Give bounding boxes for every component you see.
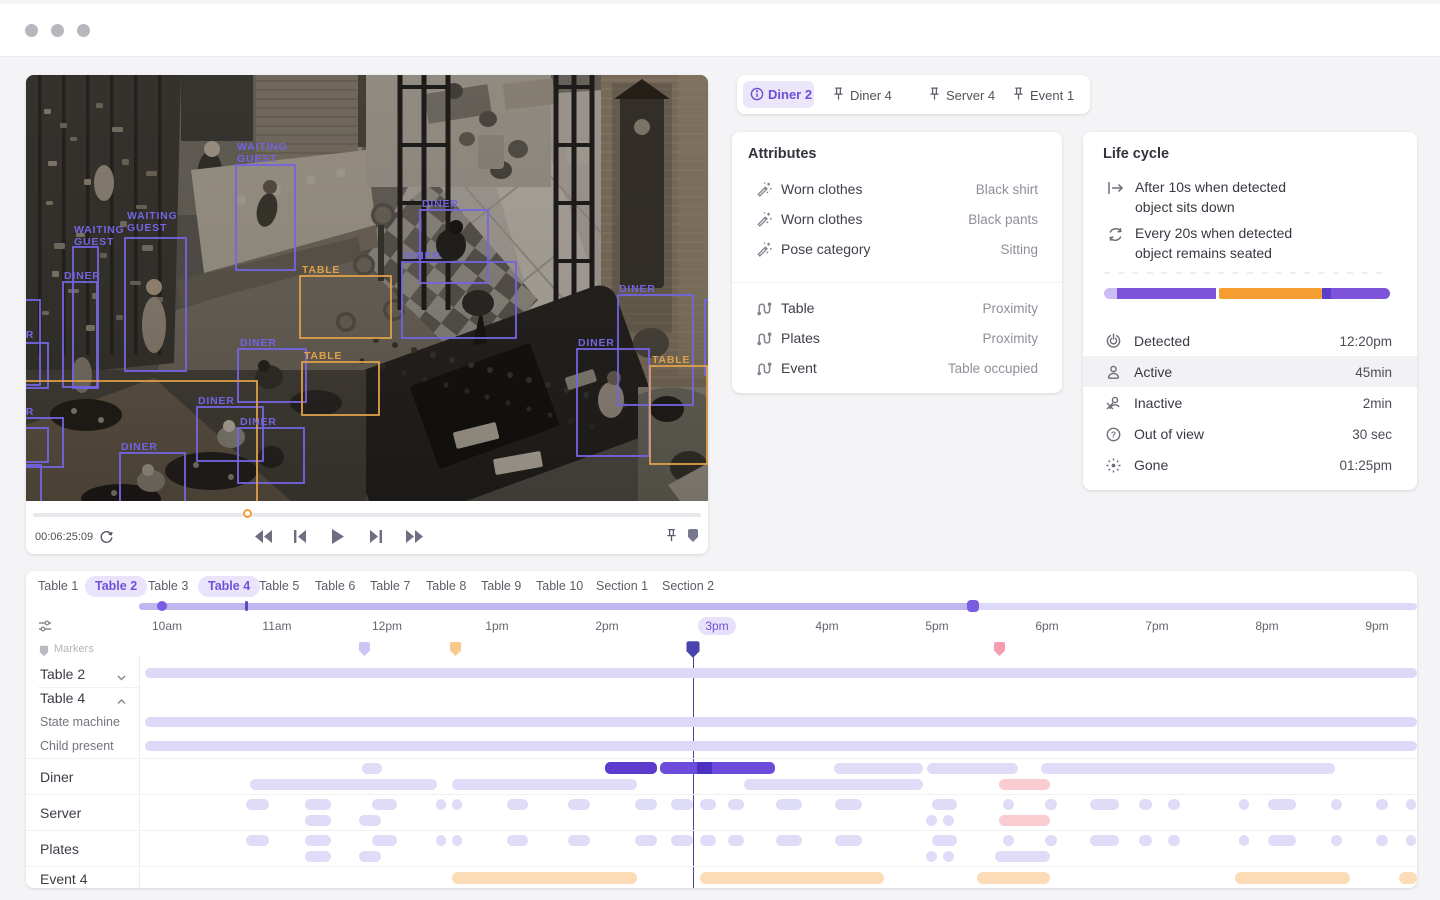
svg-text:WAITING: WAITING — [237, 141, 288, 153]
svg-text:ER: ER — [26, 406, 34, 418]
svg-text:DINER: DINER — [240, 416, 277, 428]
svg-text:TABLE: TABLE — [302, 264, 340, 276]
svg-text:WAITING: WAITING — [74, 224, 125, 236]
svg-text:DINER: DINER — [240, 337, 277, 349]
svg-text:DINER: DINER — [619, 283, 656, 295]
svg-text:DINER: DINER — [121, 441, 158, 453]
svg-text:GUEST: GUEST — [127, 222, 167, 234]
svg-text:DINER: DINER — [422, 198, 459, 210]
svg-text:TABLE: TABLE — [304, 350, 342, 362]
svg-text:GUEST: GUEST — [237, 153, 277, 165]
svg-text:DINER: DINER — [64, 270, 101, 282]
svg-text:GUEST: GUEST — [74, 236, 114, 248]
svg-text:WAITING: WAITING — [127, 210, 178, 222]
svg-text:ER: ER — [26, 329, 34, 341]
svg-text:?: ? — [1111, 430, 1116, 440]
svg-text:DINER: DINER — [578, 337, 615, 349]
svg-text:TABLE: TABLE — [652, 354, 690, 366]
svg-text:DINER: DINER — [198, 395, 235, 407]
svg-text:DINER: DINER — [404, 250, 441, 262]
